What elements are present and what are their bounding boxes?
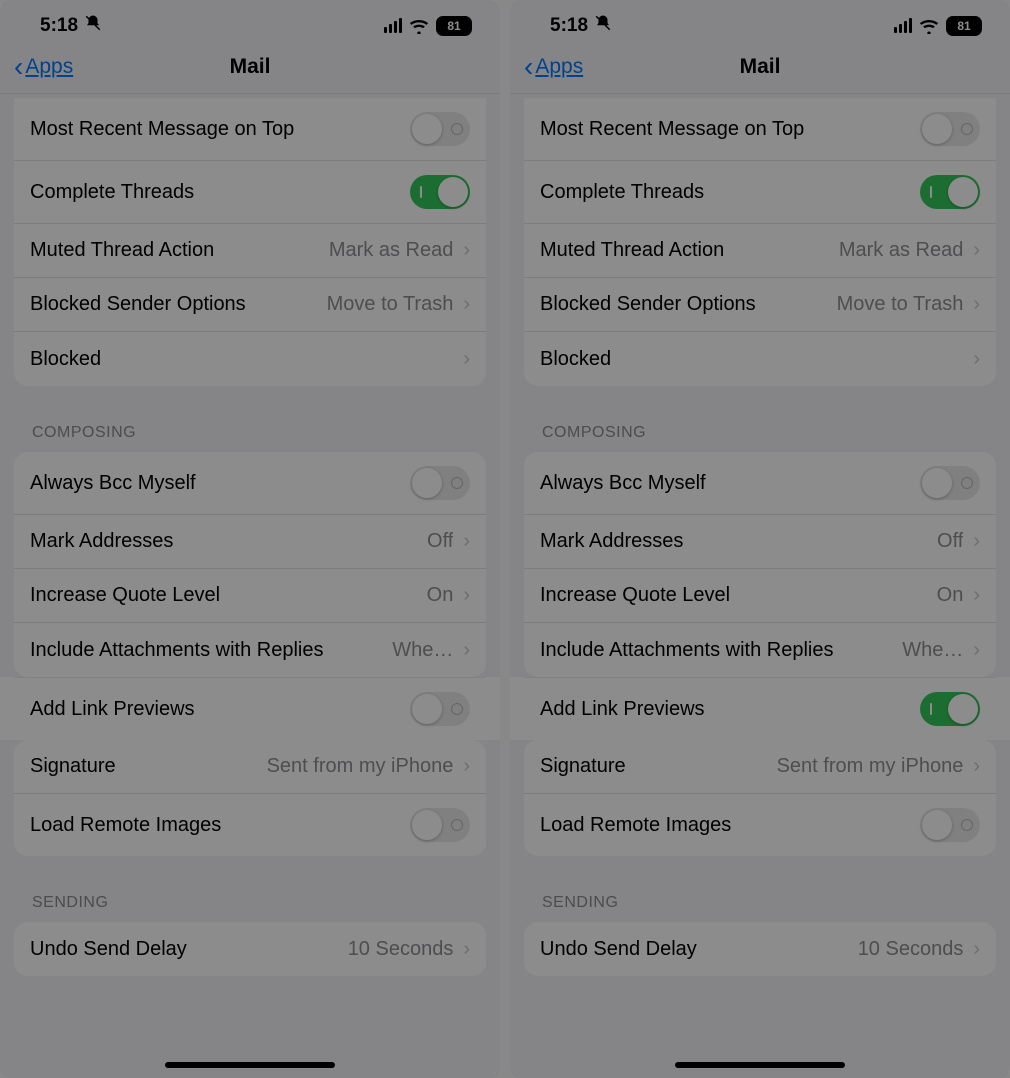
page-title: Mail [0, 55, 500, 79]
chevron-left-icon: ‹ [524, 53, 533, 81]
toggle-most-recent[interactable] [410, 112, 470, 146]
toggle-always-bcc[interactable] [410, 466, 470, 500]
toggle-complete-threads[interactable] [920, 175, 980, 209]
status-bar: 5:18 81 [0, 0, 500, 47]
sending-header: SENDING [14, 856, 486, 922]
phone-left: 5:18 81 ‹ Apps Mail [0, 0, 500, 1078]
row-complete-threads[interactable]: Complete Threads [524, 161, 996, 224]
row-signature[interactable]: Signature Sent from my iPhone › [524, 740, 996, 794]
composing-group-2: Signature Sent from my iPhone › Load Rem… [524, 740, 996, 856]
home-indicator [165, 1062, 335, 1068]
page-title: Mail [510, 55, 1010, 79]
row-muted-action[interactable]: Muted Thread Action Mark as Read › [524, 224, 996, 278]
row-blocked[interactable]: Blocked › [524, 332, 996, 386]
row-increase-quote[interactable]: Increase Quote Level On › [14, 569, 486, 623]
wifi-icon [409, 18, 429, 33]
chevron-right-icon: › [463, 755, 470, 778]
row-mark-addresses[interactable]: Mark Addresses Off › [14, 515, 486, 569]
row-blocked[interactable]: Blocked › [14, 332, 486, 386]
sending-group: Undo Send Delay 10 Seconds › [524, 922, 996, 976]
wifi-icon [919, 18, 939, 33]
home-indicator [675, 1062, 845, 1068]
toggle-complete-threads[interactable] [410, 175, 470, 209]
chevron-right-icon: › [973, 584, 980, 607]
sending-header: SENDING [524, 856, 996, 922]
chevron-right-icon: › [463, 239, 470, 262]
chevron-right-icon: › [463, 938, 470, 961]
sending-group: Undo Send Delay 10 Seconds › [14, 922, 486, 976]
row-mark-addresses[interactable]: Mark Addresses Off › [524, 515, 996, 569]
silent-icon [84, 14, 102, 37]
toggle-add-link-previews[interactable] [920, 692, 980, 726]
toggle-load-remote[interactable] [410, 808, 470, 842]
threading-group: Most Recent Message on Top Complete Thre… [14, 98, 486, 386]
back-button[interactable]: ‹ Apps [14, 53, 73, 81]
row-most-recent[interactable]: Most Recent Message on Top [14, 98, 486, 161]
row-signature[interactable]: Signature Sent from my iPhone › [14, 740, 486, 794]
cellular-icon [384, 18, 402, 33]
chevron-right-icon: › [973, 938, 980, 961]
row-complete-threads[interactable]: Complete Threads [14, 161, 486, 224]
chevron-left-icon: ‹ [14, 53, 23, 81]
chevron-right-icon: › [463, 348, 470, 371]
row-always-bcc[interactable]: Always Bcc Myself [524, 452, 996, 515]
toggle-load-remote[interactable] [920, 808, 980, 842]
toggle-add-link-previews[interactable] [410, 692, 470, 726]
chevron-right-icon: › [973, 348, 980, 371]
status-time: 5:18 [40, 15, 78, 37]
row-load-remote[interactable]: Load Remote Images [524, 794, 996, 856]
highlight-add-link-previews: Add Link Previews [0, 677, 500, 740]
chevron-right-icon: › [463, 530, 470, 553]
toggle-most-recent[interactable] [920, 112, 980, 146]
row-increase-quote[interactable]: Increase Quote Level On › [524, 569, 996, 623]
row-blocked-sender[interactable]: Blocked Sender Options Move to Trash › [524, 278, 996, 332]
threading-group: Most Recent Message on Top Complete Thre… [524, 98, 996, 386]
row-muted-action[interactable]: Muted Thread Action Mark as Read › [14, 224, 486, 278]
back-label: Apps [25, 55, 73, 79]
row-always-bcc[interactable]: Always Bcc Myself [14, 452, 486, 515]
composing-header: COMPOSING [524, 386, 996, 452]
chevron-right-icon: › [463, 584, 470, 607]
row-most-recent[interactable]: Most Recent Message on Top [524, 98, 996, 161]
composing-group: Always Bcc Myself Mark Addresses Off › I… [14, 452, 486, 677]
silent-icon [594, 14, 612, 37]
back-button[interactable]: ‹ Apps [524, 53, 583, 81]
chevron-right-icon: › [973, 293, 980, 316]
back-label: Apps [535, 55, 583, 79]
cellular-icon [894, 18, 912, 33]
composing-group-2: Signature Sent from my iPhone › Load Rem… [14, 740, 486, 856]
row-undo-delay[interactable]: Undo Send Delay 10 Seconds › [14, 922, 486, 976]
composing-group: Always Bcc Myself Mark Addresses Off › I… [524, 452, 996, 677]
chevron-right-icon: › [973, 755, 980, 778]
chevron-right-icon: › [973, 639, 980, 662]
chevron-right-icon: › [973, 239, 980, 262]
composing-header: COMPOSING [14, 386, 486, 452]
nav-bar: ‹ Apps Mail [510, 47, 1010, 94]
nav-bar: ‹ Apps Mail [0, 47, 500, 94]
status-time: 5:18 [550, 15, 588, 37]
row-blocked-sender[interactable]: Blocked Sender Options Move to Trash › [14, 278, 486, 332]
phone-right: 5:18 81 ‹ Apps Mail [510, 0, 1010, 1078]
battery-icon: 81 [436, 16, 472, 36]
chevron-right-icon: › [463, 639, 470, 662]
row-undo-delay[interactable]: Undo Send Delay 10 Seconds › [524, 922, 996, 976]
row-add-link-previews[interactable]: Add Link Previews [524, 677, 996, 740]
status-bar: 5:18 81 [510, 0, 1010, 47]
row-load-remote[interactable]: Load Remote Images [14, 794, 486, 856]
chevron-right-icon: › [463, 293, 470, 316]
row-add-link-previews[interactable]: Add Link Previews [14, 677, 486, 740]
chevron-right-icon: › [973, 530, 980, 553]
row-include-attachments[interactable]: Include Attachments with Replies Whe… › [14, 623, 486, 677]
row-include-attachments[interactable]: Include Attachments with Replies Whe… › [524, 623, 996, 677]
toggle-always-bcc[interactable] [920, 466, 980, 500]
battery-icon: 81 [946, 16, 982, 36]
highlight-add-link-previews: Add Link Previews [510, 677, 1010, 740]
